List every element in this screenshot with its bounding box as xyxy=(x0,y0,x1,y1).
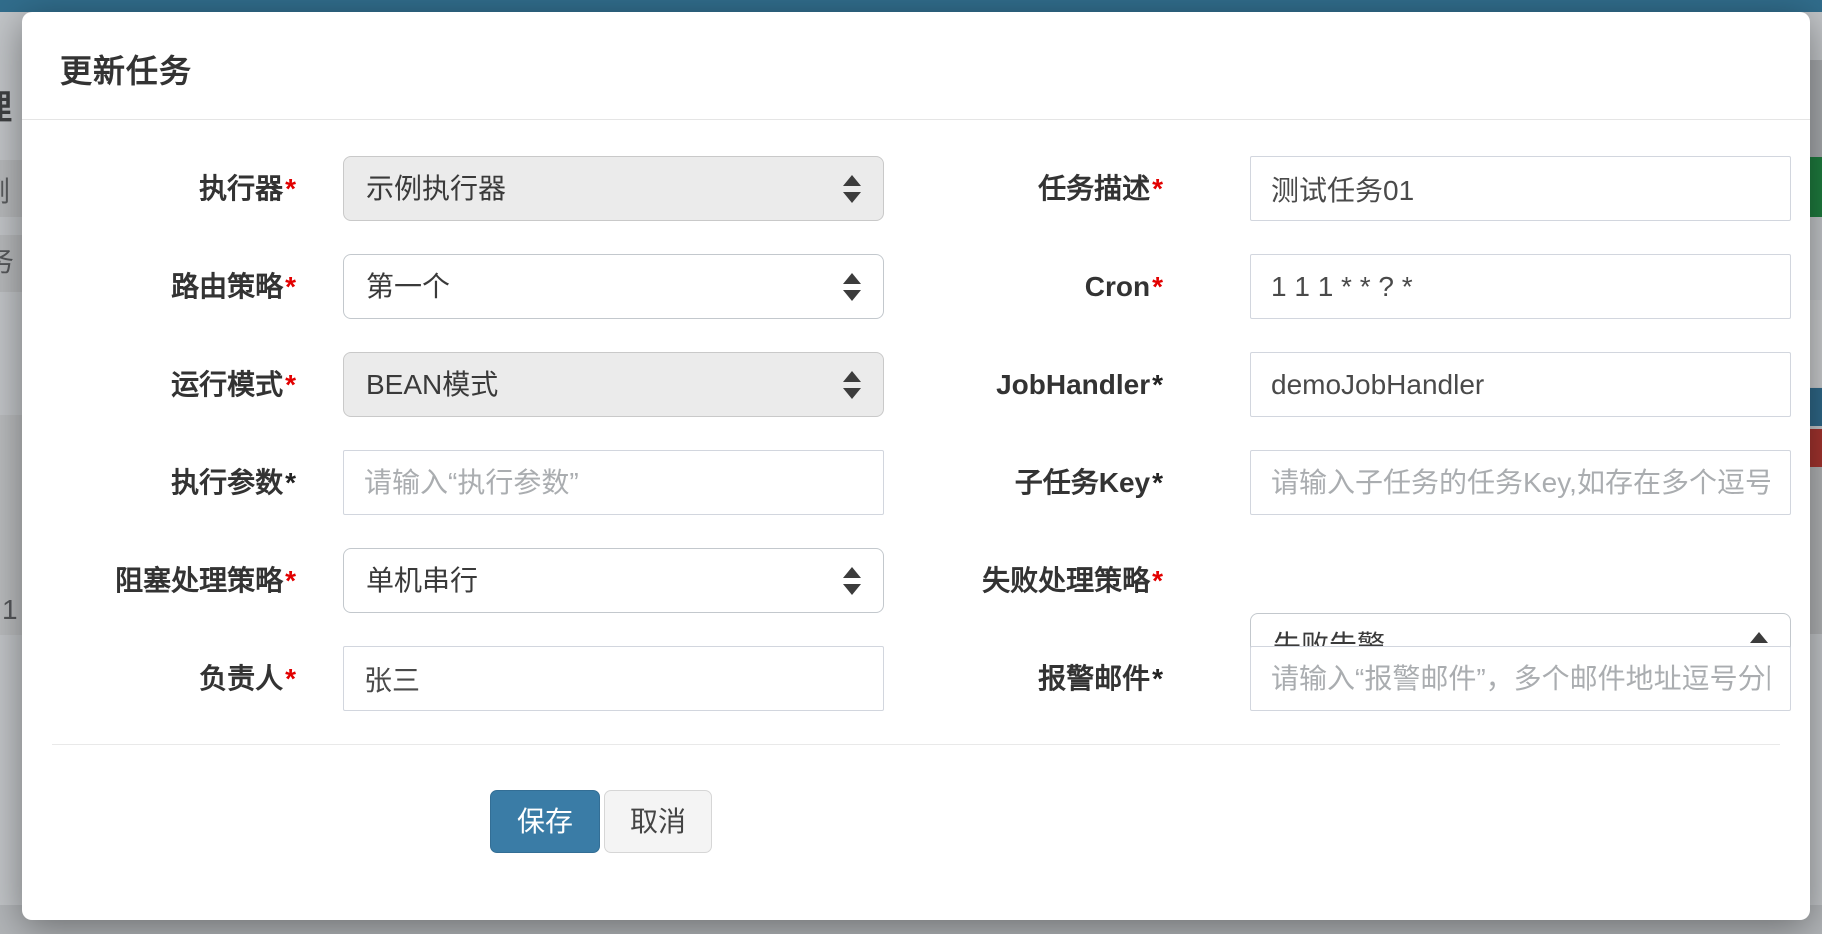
bg-text-fragment: 理 xyxy=(0,80,12,129)
modal-footer: 保存 取消 xyxy=(22,790,1810,853)
owner-label: 负责人* xyxy=(22,646,296,711)
required-asterisk: * xyxy=(1152,369,1163,400)
bg-text-fragment: 例 xyxy=(0,170,10,210)
alarm-email-field xyxy=(1250,646,1791,711)
cancel-button[interactable]: 取消 xyxy=(604,790,712,853)
form-row: 执行器* 示例执行器 任务描述* xyxy=(22,156,1810,221)
required-asterisk: * xyxy=(1152,173,1163,204)
child-jobkey-input[interactable] xyxy=(1250,450,1791,515)
form-row: 负责人* 报警邮件* xyxy=(22,646,1810,711)
required-asterisk: * xyxy=(285,271,296,302)
alarm-email-label: 报警邮件* xyxy=(722,646,1163,711)
required-asterisk: * xyxy=(285,663,296,694)
form-row: 阻塞处理策略* 单机串行 失败处理策略* 失败告警 xyxy=(22,548,1810,613)
jobhandler-field xyxy=(1250,352,1791,417)
modal-body: 执行器* 示例执行器 任务描述* 路由策略* 第一个 Cron* xyxy=(22,120,1810,853)
footer-divider xyxy=(52,744,1780,745)
child-jobkey-field xyxy=(1250,450,1791,515)
form-row: 执行参数* 子任务Key* xyxy=(22,450,1810,515)
cron-field xyxy=(1250,254,1791,319)
required-asterisk: * xyxy=(1152,565,1163,596)
cron-label: Cron* xyxy=(722,254,1163,319)
bg-text-fragment: 1 xyxy=(2,594,18,626)
backdrop-left-strip: 理 例 务 1 xyxy=(0,12,22,920)
save-button[interactable]: 保存 xyxy=(490,790,600,853)
block-strategy-label: 阻塞处理策略* xyxy=(22,548,296,613)
fail-strategy-label: 失败处理策略* xyxy=(722,548,1163,613)
navbar-background xyxy=(0,0,1822,12)
route-strategy-label: 路由策略* xyxy=(22,254,296,319)
required-asterisk: * xyxy=(1152,271,1163,302)
required-asterisk: * xyxy=(1152,467,1163,498)
alarm-email-input[interactable] xyxy=(1250,646,1791,711)
required-asterisk: * xyxy=(1152,663,1163,694)
jobhandler-label: JobHandler* xyxy=(722,352,1163,417)
modal-title: 更新任务 xyxy=(22,12,1810,92)
cron-input[interactable] xyxy=(1250,254,1791,319)
job-desc-label: 任务描述* xyxy=(722,156,1163,221)
form-row: 路由策略* 第一个 Cron* xyxy=(22,254,1810,319)
required-asterisk: * xyxy=(285,369,296,400)
modal-header: 更新任务 xyxy=(22,12,1810,120)
required-asterisk: * xyxy=(285,565,296,596)
job-desc-input[interactable] xyxy=(1250,156,1791,221)
executor-label: 执行器* xyxy=(22,156,296,221)
run-mode-label: 运行模式* xyxy=(22,352,296,417)
update-task-modal: 更新任务 执行器* 示例执行器 任务描述* 路由策略* 第一个 xyxy=(22,12,1810,920)
exec-param-label: 执行参数* xyxy=(22,450,296,515)
required-asterisk: * xyxy=(285,467,296,498)
child-jobkey-label: 子任务Key* xyxy=(722,450,1163,515)
required-asterisk: * xyxy=(285,173,296,204)
bg-text-fragment: 务 xyxy=(0,240,14,280)
form-row: 运行模式* BEAN模式 JobHandler* xyxy=(22,352,1810,417)
jobhandler-input[interactable] xyxy=(1250,352,1791,417)
job-desc-field xyxy=(1250,156,1791,221)
page: 理 例 务 1 更新任务 执行器* 示例执行器 任务描述* xyxy=(0,0,1822,934)
